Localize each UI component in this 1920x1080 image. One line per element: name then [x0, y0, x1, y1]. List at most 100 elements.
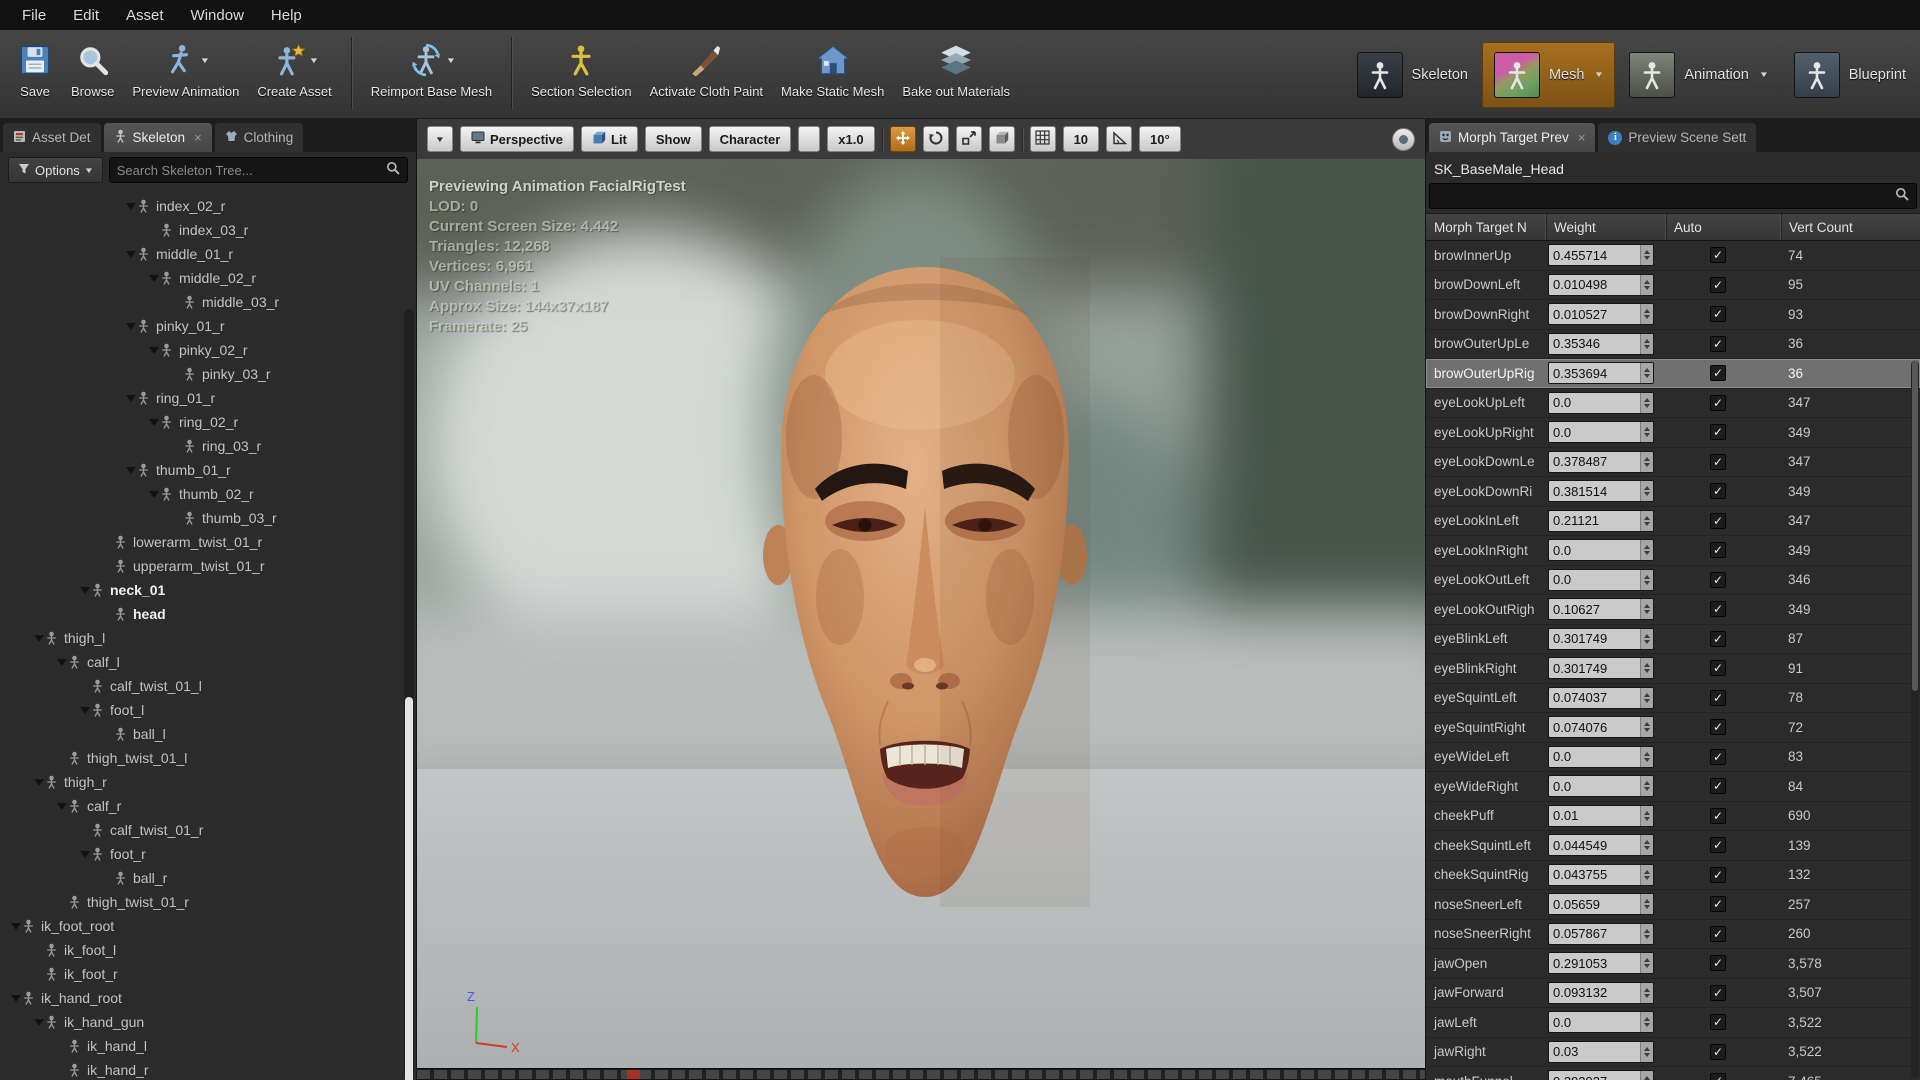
- skeleton-tree-item[interactable]: thigh_twist_01_r: [0, 890, 416, 914]
- auto-checkbox[interactable]: ✓: [1710, 424, 1726, 441]
- mode-blueprint-button[interactable]: Blueprint: [1782, 42, 1918, 108]
- weight-input[interactable]: [1549, 392, 1640, 413]
- weight-spinbox[interactable]: [1548, 1040, 1654, 1063]
- tree-options-button[interactable]: Options ▼: [8, 157, 103, 183]
- screen-size-button[interactable]: x1.0: [827, 126, 875, 152]
- scrollbar-thumb[interactable]: [405, 697, 413, 1080]
- section-selection-button[interactable]: Section Selection: [522, 35, 640, 99]
- skeleton-tree-item[interactable]: middle_01_r: [0, 242, 416, 266]
- expander-arrow-icon[interactable]: [125, 251, 136, 258]
- auto-checkbox[interactable]: ✓: [1710, 1043, 1726, 1060]
- rotation-snap-value[interactable]: 10°: [1139, 126, 1181, 152]
- column-header-name[interactable]: Morph Target N: [1426, 214, 1546, 240]
- dropdown-caret-icon[interactable]: ▼: [309, 56, 319, 65]
- weight-input[interactable]: [1549, 363, 1640, 384]
- auto-checkbox[interactable]: ✓: [1710, 660, 1726, 677]
- morph-target-row[interactable]: eyeWideRight ✓ 84: [1426, 772, 1920, 802]
- close-icon[interactable]: ×: [194, 130, 202, 145]
- morph-target-row[interactable]: eyeLookInRight ✓ 349: [1426, 536, 1920, 566]
- weight-spinbox[interactable]: [1548, 863, 1654, 886]
- weight-spinbox[interactable]: [1548, 273, 1654, 296]
- morph-target-row[interactable]: cheekSquintLeft ✓ 139: [1426, 831, 1920, 861]
- morph-target-row[interactable]: eyeLookInLeft ✓ 347: [1426, 507, 1920, 536]
- weight-spinbox[interactable]: [1548, 657, 1654, 680]
- weight-spinbox[interactable]: [1548, 627, 1654, 650]
- skeleton-tree-item[interactable]: pinky_02_r: [0, 338, 416, 362]
- column-header-auto[interactable]: Auto: [1666, 214, 1781, 240]
- skeleton-tree-item[interactable]: ik_hand_gun: [0, 1010, 416, 1034]
- auto-checkbox[interactable]: ✓: [1710, 748, 1726, 765]
- morph-target-row[interactable]: eyeLookDownRi ✓ 349: [1426, 477, 1920, 507]
- skeleton-tree-item[interactable]: calf_r: [0, 794, 416, 818]
- spinbox-drag-handle[interactable]: [1640, 481, 1653, 502]
- skeleton-tree-item[interactable]: lowerarm_twist_01_r: [0, 530, 416, 554]
- make-static-mesh-button[interactable]: Make Static Mesh: [772, 35, 893, 99]
- weight-input[interactable]: [1549, 333, 1640, 354]
- preview-mesh-head[interactable]: [760, 257, 1090, 907]
- auto-checkbox[interactable]: ✓: [1710, 630, 1726, 647]
- morph-target-row[interactable]: jawLeft ✓ 3,522: [1426, 1008, 1920, 1038]
- auto-checkbox[interactable]: ✓: [1710, 896, 1726, 913]
- skeleton-tree-item[interactable]: ball_r: [0, 866, 416, 890]
- skeleton-tree-item[interactable]: index_02_r: [0, 194, 416, 218]
- spinbox-drag-handle[interactable]: [1640, 717, 1653, 738]
- spinbox-drag-handle[interactable]: [1640, 1041, 1653, 1062]
- weight-input[interactable]: [1549, 599, 1640, 620]
- weight-input[interactable]: [1549, 717, 1640, 738]
- tab-preview-scene-settings[interactable]: i Preview Scene Sett: [1598, 123, 1757, 152]
- expander-arrow-icon[interactable]: [148, 275, 159, 282]
- weight-spinbox[interactable]: [1548, 303, 1654, 326]
- skeleton-tree-item[interactable]: ik_hand_root: [0, 986, 416, 1010]
- skeleton-tree-item[interactable]: index_03_r: [0, 218, 416, 242]
- skeleton-tree-item[interactable]: ball_l: [0, 722, 416, 746]
- auto-checkbox[interactable]: ✓: [1710, 837, 1726, 854]
- weight-input[interactable]: [1549, 422, 1640, 443]
- tab-clothing[interactable]: Clothing: [214, 123, 304, 152]
- skeleton-tree-item[interactable]: ring_02_r: [0, 410, 416, 434]
- skeleton-tree-item[interactable]: thigh_r: [0, 770, 416, 794]
- menu-window[interactable]: Window: [191, 7, 244, 24]
- auto-checkbox[interactable]: ✓: [1710, 365, 1726, 382]
- auto-checkbox[interactable]: ✓: [1710, 807, 1726, 824]
- expander-arrow-icon[interactable]: [33, 779, 44, 786]
- morph-target-row[interactable]: mouthFunnel ✓ 7,465: [1426, 1067, 1920, 1080]
- expander-arrow-icon[interactable]: [125, 467, 136, 474]
- weight-input[interactable]: [1549, 540, 1640, 561]
- animation-scrub-bar[interactable]: [417, 1068, 1425, 1080]
- spinbox-drag-handle[interactable]: [1640, 982, 1653, 1003]
- weight-spinbox[interactable]: [1548, 893, 1654, 916]
- skeleton-tree-item[interactable]: thumb_01_r: [0, 458, 416, 482]
- expander-arrow-icon[interactable]: [79, 851, 90, 858]
- auto-checkbox[interactable]: ✓: [1710, 984, 1726, 1001]
- scale-tool-button[interactable]: [955, 126, 982, 152]
- weight-input[interactable]: [1549, 776, 1640, 797]
- weight-spinbox[interactable]: [1548, 745, 1654, 768]
- auto-checkbox[interactable]: ✓: [1710, 689, 1726, 706]
- rotation-snap-toggle[interactable]: [1106, 126, 1133, 152]
- spinbox-drag-handle[interactable]: [1640, 540, 1653, 561]
- weight-spinbox[interactable]: [1548, 952, 1654, 975]
- morph-target-row[interactable]: noseSneerLeft ✓ 257: [1426, 890, 1920, 920]
- perspective-button[interactable]: Perspective: [460, 126, 574, 152]
- morph-target-row[interactable]: eyeLookUpLeft ✓ 347: [1426, 389, 1920, 418]
- coordinate-system-button[interactable]: [988, 126, 1015, 152]
- spinbox-drag-handle[interactable]: [1640, 422, 1653, 443]
- weight-input[interactable]: [1549, 864, 1640, 885]
- morph-target-row[interactable]: cheekPuff ✓ 690: [1426, 802, 1920, 831]
- skeleton-tree-item[interactable]: thumb_02_r: [0, 482, 416, 506]
- expander-arrow-icon[interactable]: [56, 803, 67, 810]
- tab-asset-details[interactable]: Asset Det: [3, 123, 101, 152]
- morph-target-row[interactable]: eyeSquintLeft ✓ 78: [1426, 684, 1920, 713]
- spinbox-drag-handle[interactable]: [1640, 392, 1653, 413]
- weight-spinbox[interactable]: [1548, 244, 1654, 267]
- auto-checkbox[interactable]: ✓: [1710, 483, 1726, 500]
- spinbox-drag-handle[interactable]: [1640, 333, 1653, 354]
- weight-input[interactable]: [1549, 569, 1640, 590]
- weight-input[interactable]: [1549, 687, 1640, 708]
- weight-spinbox[interactable]: [1548, 509, 1654, 532]
- auto-checkbox[interactable]: ✓: [1710, 925, 1726, 942]
- spinbox-drag-handle[interactable]: [1640, 628, 1653, 649]
- morph-target-row[interactable]: eyeBlinkRight ✓ 91: [1426, 654, 1920, 684]
- morph-target-row[interactable]: eyeLookOutLeft ✓ 346: [1426, 566, 1920, 595]
- weight-input[interactable]: [1549, 805, 1640, 826]
